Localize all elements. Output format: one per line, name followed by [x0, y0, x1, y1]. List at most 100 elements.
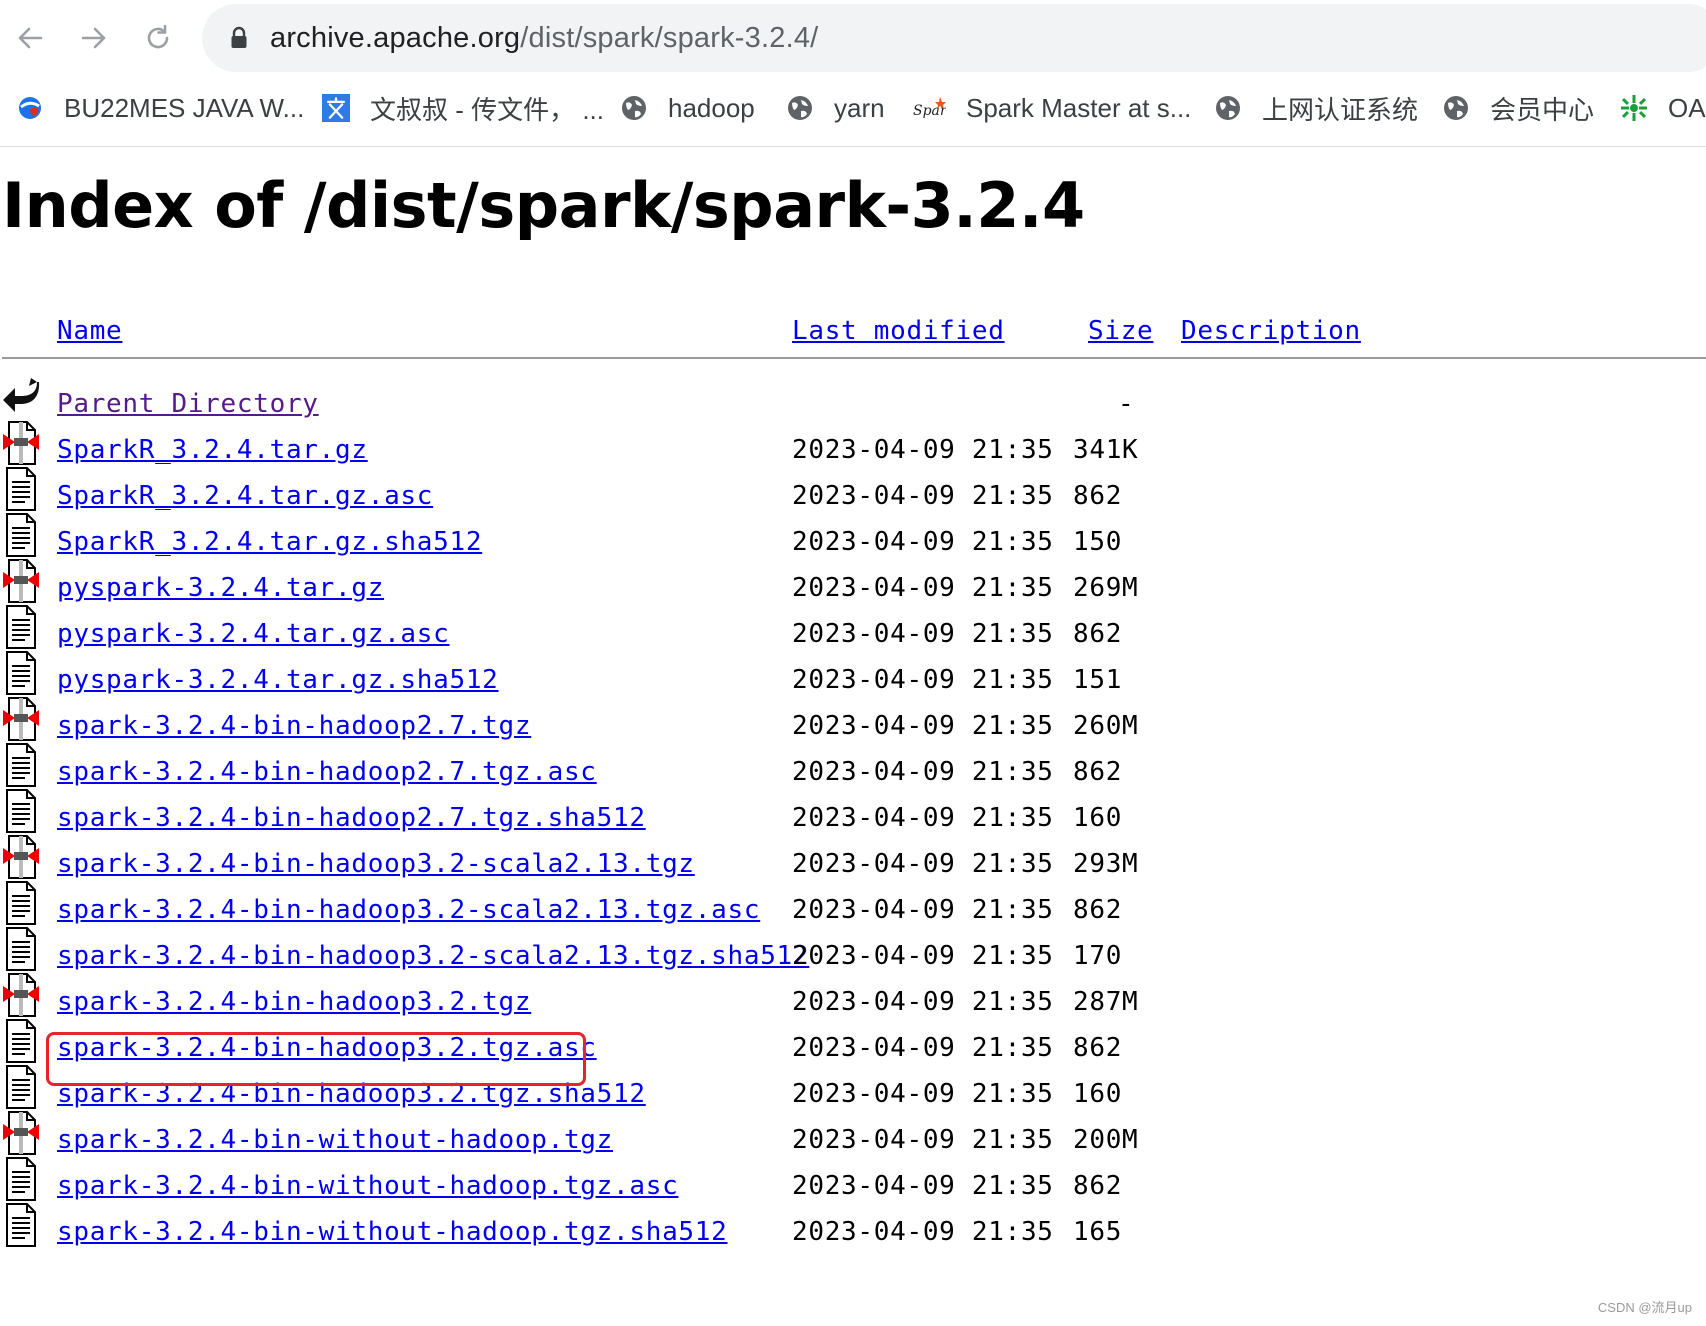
- file-row: spark-3.2.4-bin-hadoop3.2.tgz.sha512 2023…: [0, 1065, 1706, 1118]
- globe-icon: [786, 94, 814, 122]
- bookmark-oa[interactable]: OA: [1620, 84, 1706, 132]
- file-link[interactable]: SparkR_3.2.4.tar.gz.sha512: [57, 526, 482, 558]
- file-size: 170: [1073, 941, 1123, 971]
- file-size: 160: [1073, 803, 1123, 833]
- bookmark-label: hadoop: [668, 92, 755, 123]
- bookmark-label: yarn: [834, 92, 885, 123]
- wenshushu-icon: [322, 94, 350, 122]
- url-text[interactable]: archive.apache.org/dist/spark/spark-3.2.…: [270, 18, 818, 58]
- file-link[interactable]: spark-3.2.4-bin-hadoop3.2.tgz.sha512: [57, 1078, 646, 1110]
- globe-icon: [1442, 94, 1470, 122]
- compressed-icon: [1, 972, 41, 1018]
- file-size: 260M: [1073, 711, 1139, 741]
- file-date: 2023-04-09 21:35: [792, 573, 1054, 603]
- reload-button[interactable]: [138, 18, 178, 58]
- file-date: 2023-04-09 21:35: [792, 1125, 1054, 1155]
- globe-icon: [1214, 94, 1242, 122]
- file-link[interactable]: spark-3.2.4-bin-without-hadoop.tgz.asc: [57, 1170, 678, 1202]
- compressed-icon: [1, 558, 41, 604]
- compressed-icon: [1, 420, 41, 466]
- spark-logo-icon: Spark: [912, 94, 946, 122]
- bookmark-blue-icon: [16, 94, 44, 122]
- file-link[interactable]: spark-3.2.4-bin-hadoop3.2.tgz: [57, 986, 531, 1018]
- file-date: 2023-04-09 21:35: [792, 757, 1054, 787]
- file-size: 165: [1073, 1217, 1123, 1247]
- text-file-icon: [1, 650, 41, 696]
- file-size: 287M: [1073, 987, 1139, 1017]
- bookmark-yarn[interactable]: yarn: [786, 84, 885, 132]
- file-link[interactable]: spark-3.2.4-bin-without-hadoop.tgz: [57, 1124, 613, 1156]
- file-size: 293M: [1073, 849, 1139, 879]
- parent-directory-row: Parent Directory -: [0, 378, 1706, 428]
- column-header-name[interactable]: Name: [57, 315, 122, 347]
- address-bar[interactable]: archive.apache.org/dist/spark/spark-3.2.…: [202, 4, 1706, 72]
- bookmark-spark-master[interactable]: Spark Spark Master at s...: [912, 84, 1191, 132]
- file-link[interactable]: spark-3.2.4-bin-hadoop3.2-scala2.13.tgz.…: [57, 894, 760, 926]
- file-date: 2023-04-09 21:35: [792, 1171, 1054, 1201]
- column-header-last-modified[interactable]: Last modified: [792, 315, 1005, 347]
- file-link[interactable]: spark-3.2.4-bin-hadoop3.2-scala2.13.tgz: [57, 848, 695, 880]
- file-link[interactable]: spark-3.2.4-bin-hadoop3.2-scala2.13.tgz.…: [57, 940, 809, 972]
- arrow-right-icon: [81, 27, 106, 49]
- arrow-left-icon: [18, 27, 43, 49]
- bookmark-member-center[interactable]: 会员中心: [1442, 84, 1594, 132]
- compressed-icon: [1, 696, 41, 742]
- text-file-icon: [1, 788, 41, 834]
- file-row: spark-3.2.4-bin-hadoop3.2.tgz.asc 2023-04…: [0, 1019, 1706, 1072]
- back-button[interactable]: [10, 18, 50, 58]
- text-file-icon: [1, 512, 41, 558]
- file-size: 151: [1073, 665, 1123, 695]
- bookmarks-bar: BU22MES JAVA W... 文叔叔 - 传文件， ... hadoop …: [0, 84, 1706, 132]
- parent-directory-link[interactable]: Parent Directory: [57, 388, 319, 420]
- file-link[interactable]: pyspark-3.2.4.tar.gz: [57, 572, 384, 604]
- file-link[interactable]: pyspark-3.2.4.tar.gz.sha512: [57, 664, 499, 696]
- file-link[interactable]: spark-3.2.4-bin-hadoop2.7.tgz.asc: [57, 756, 597, 788]
- file-date: 2023-04-09 21:35: [792, 665, 1054, 695]
- forward-button[interactable]: [74, 18, 114, 58]
- file-link[interactable]: SparkR_3.2.4.tar.gz.asc: [57, 480, 433, 512]
- file-link[interactable]: SparkR_3.2.4.tar.gz: [57, 434, 368, 466]
- file-size: 862: [1073, 757, 1123, 787]
- file-date: 2023-04-09 21:35: [792, 527, 1054, 557]
- file-link[interactable]: pyspark-3.2.4.tar.gz.asc: [57, 618, 449, 650]
- file-link[interactable]: spark-3.2.4-bin-hadoop3.2.tgz.asc: [57, 1032, 597, 1064]
- bookmark-label: Spark Master at s...: [966, 92, 1192, 123]
- file-size: 200M: [1073, 1125, 1139, 1155]
- file-date: 2023-04-09 21:35: [792, 435, 1054, 465]
- file-row: spark-3.2.4-bin-hadoop2.7.tgz 2023-04-09 …: [0, 697, 1706, 750]
- bookmark-auth-system[interactable]: 上网认证系统: [1214, 84, 1418, 132]
- text-file-icon: [1, 1064, 41, 1110]
- oa-icon: [1620, 94, 1648, 122]
- back-icon: [1, 374, 41, 420]
- reload-icon: [147, 24, 169, 49]
- file-date: 2023-04-09 21:35: [792, 895, 1054, 925]
- file-link[interactable]: spark-3.2.4-bin-hadoop2.7.tgz: [57, 710, 531, 742]
- bookmark-bu22mes[interactable]: BU22MES JAVA W...: [16, 84, 304, 132]
- file-row: pyspark-3.2.4.tar.gz 2023-04-09 21:35 269M: [0, 559, 1706, 612]
- compressed-icon: [1, 1110, 41, 1156]
- file-size: 150: [1073, 527, 1123, 557]
- watermark: CSDN @流月up: [1597, 1300, 1692, 1315]
- url-host: archive.apache.org: [270, 22, 521, 54]
- bookmark-hadoop[interactable]: hadoop: [620, 84, 755, 132]
- bookmark-wenshushu[interactable]: 文叔叔 - 传文件， ...: [322, 84, 604, 132]
- lock-icon: [230, 26, 248, 55]
- text-file-icon: [1, 1202, 41, 1248]
- file-date: 2023-04-09 21:35: [792, 1079, 1054, 1109]
- file-link[interactable]: spark-3.2.4-bin-without-hadoop.tgz.sha51…: [57, 1216, 728, 1248]
- column-header-description[interactable]: Description: [1181, 315, 1361, 347]
- file-size: 341K: [1073, 435, 1139, 465]
- file-row: pyspark-3.2.4.tar.gz.asc 2023-04-09 21:35…: [0, 605, 1706, 658]
- file-row: spark-3.2.4-bin-hadoop3.2.tgz 2023-04-09 …: [0, 973, 1706, 1026]
- column-header-size[interactable]: Size: [1088, 315, 1153, 347]
- file-size: 160: [1073, 1079, 1123, 1109]
- file-row: spark-3.2.4-bin-without-hadoop.tgz.asc 20…: [0, 1157, 1706, 1210]
- file-link[interactable]: spark-3.2.4-bin-hadoop2.7.tgz.sha512: [57, 802, 646, 834]
- file-row: spark-3.2.4-bin-without-hadoop.tgz.sha51…: [0, 1203, 1706, 1256]
- bookmark-label: OA: [1668, 92, 1706, 123]
- text-file-icon: [1, 1018, 41, 1064]
- file-row: spark-3.2.4-bin-hadoop3.2-scala2.13.tgz.…: [0, 927, 1706, 980]
- file-date: 2023-04-09 21:35: [792, 987, 1054, 1017]
- file-size: 862: [1073, 481, 1123, 511]
- globe-icon: [620, 94, 648, 122]
